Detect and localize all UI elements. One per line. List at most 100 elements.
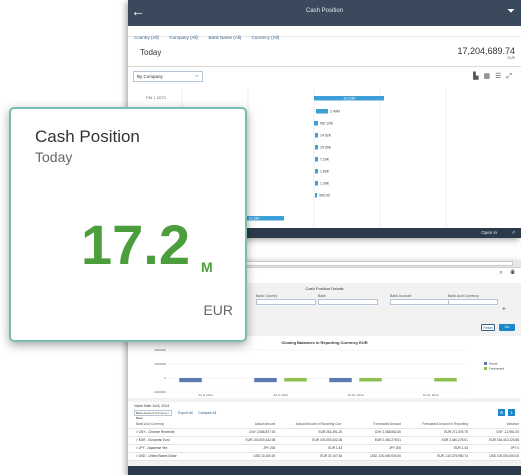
table-view-icon[interactable]: ▦: [483, 73, 495, 80]
table-caption: Value Date Jul 8, 2014: [134, 404, 170, 408]
chart-bar: [284, 378, 307, 382]
bar-label: 14.02K: [320, 134, 332, 138]
bank-input[interactable]: [318, 299, 378, 305]
legend-label: Forecasted: [489, 367, 504, 371]
reset-button[interactable]: Reset: [481, 324, 495, 331]
bar-label: 1.80K: [320, 170, 330, 174]
legend-swatch: [484, 362, 487, 365]
chart-bar: [315, 145, 318, 150]
chart-view-icon[interactable]: ▙: [473, 73, 483, 80]
funnel-icon[interactable]: ⏷: [507, 6, 515, 17]
filter-company[interactable]: Company (All): [169, 32, 198, 43]
tile-subtitle: Today: [35, 149, 73, 165]
table-cell: EUR 1.43: [403, 444, 470, 453]
bar-label: 2.40M: [330, 110, 340, 114]
column-header[interactable]: Forecasted Amount in Reporting: [403, 420, 470, 429]
bank-account-input[interactable]: [390, 299, 450, 305]
filter-label: Bank Country: [256, 294, 278, 298]
export-icon[interactable]: ⇩: [508, 409, 515, 416]
table-row[interactable]: > USD - United States Dollar USD 10,200.0…: [128, 452, 521, 461]
column-header[interactable]: Forecasted Amount: [344, 420, 404, 429]
bank-acct-currency-input[interactable]: [448, 299, 498, 305]
table-grouping-select[interactable]: Bank Account Currency / Bank: [134, 410, 172, 420]
total-currency: EUR: [507, 56, 515, 60]
app-title: Cash Position: [305, 8, 344, 14]
filter-label: Bank: [318, 294, 326, 298]
table-row[interactable]: > CNY - Chinese Renminbi CNY 2,068,877.00…: [128, 428, 521, 437]
table-cell: > JPY - Japanese Yen: [128, 444, 223, 453]
open-in-button[interactable]: Open in: [481, 230, 497, 235]
legend-swatch: [484, 367, 487, 370]
tile-kpi-value: 17.2: [81, 213, 190, 276]
list-view-icon[interactable]: ☰: [495, 73, 506, 80]
chart-marks: 2000000 1000000 0 -1000000 Jul 8, 2014 Jul 9,…: [153, 348, 504, 397]
chart-bar: [315, 193, 317, 198]
table-cell: > USD - United States Dollar: [128, 452, 223, 461]
y-tick-label: -1000000: [153, 390, 166, 394]
filter-currency[interactable]: Currency (All): [252, 32, 280, 43]
x-tick-label: Jul 8, 2014: [198, 393, 213, 397]
table-cell: USD -100,000,000.00: [344, 452, 404, 461]
bar-label: 10.21M: [343, 97, 355, 101]
chart-bar: [315, 133, 318, 138]
chart-bar: [254, 378, 277, 383]
group-by-value: By Company: [137, 74, 163, 79]
chart-bar: [329, 378, 352, 383]
add-filter-icon[interactable]: +: [502, 306, 506, 313]
balances-table: Bank Acct Currency Actual Amount Actual …: [128, 420, 521, 461]
x-tick-label: Jul 9, 2014: [273, 393, 288, 397]
bar-label: 300.00: [319, 194, 330, 198]
table-cell: CNY -12,951.00: [469, 428, 521, 437]
footer-bar: [128, 466, 521, 475]
filter-label: Bank Account: [390, 294, 412, 298]
table-cell: EUR 100,000,442.08: [277, 436, 345, 445]
chart-bar: [359, 378, 382, 382]
table-cell: > EUR - European Euro: [128, 436, 223, 445]
export-all-link[interactable]: Export All: [178, 411, 193, 415]
table-row[interactable]: > JPY - Japanese Yen JPY 200 EUR 1.43 JPY 2…: [128, 444, 521, 453]
url-field[interactable]: [228, 261, 513, 266]
table-cell: JPY 200: [222, 444, 278, 453]
chart-bar: [179, 378, 202, 383]
settings-icon[interactable]: ⚙: [498, 409, 505, 416]
share-icon[interactable]: ↗: [511, 230, 515, 236]
group-by-select[interactable]: By Company ⌵: [133, 71, 203, 82]
column-header[interactable]: Bank Acct Currency: [128, 420, 223, 429]
fullscreen-icon[interactable]: ⤢: [506, 73, 517, 80]
go-button[interactable]: Go: [499, 324, 515, 331]
table-cell: EUR 1.43: [277, 444, 345, 453]
column-header[interactable]: Actual Amount: [222, 420, 278, 429]
chart-bar: [315, 181, 318, 186]
table-cell: JPY 200: [344, 444, 404, 453]
cash-position-tile[interactable]: Cash Position Today 17.2 M EUR: [9, 107, 247, 342]
table-cell: JPY 0: [469, 444, 521, 453]
y-tick-label: 1000000: [154, 362, 166, 366]
bar-label: 1.30K: [320, 182, 330, 186]
search-icon[interactable]: ⌕ ◉: [499, 270, 518, 277]
chart-bar: [315, 169, 318, 174]
filter-bar: Country (All) Company (All) Bank Name (A…: [128, 26, 521, 40]
table-row[interactable]: > EUR - European Euro EUR 100,000,442.08 E…: [128, 436, 521, 445]
y-tick-label: 0: [164, 376, 166, 380]
bar-label: 13.19K: [248, 217, 260, 221]
table-cell: EUR 164,410,220.85: [469, 436, 521, 445]
tile-kpi-scale: M: [201, 259, 213, 275]
filter-country[interactable]: Country (All): [134, 32, 159, 43]
bank-country-input[interactable]: [256, 299, 316, 305]
divider: [128, 66, 521, 67]
collapse-all-link[interactable]: Collapse All: [198, 411, 216, 415]
legend-label: Actual: [489, 362, 498, 366]
total-value: 17,204,689.74: [457, 46, 515, 56]
filter-bank-name[interactable]: Bank Name (All): [208, 32, 241, 43]
closing-balance-chart: 2000000 1000000 0 -1000000 Jul 8, 2014 Jul 9,…: [153, 348, 504, 397]
column-header[interactable]: Actual Amount in Reporting Curr.: [277, 420, 345, 429]
x-tick-label: Jul 11, 2014: [422, 393, 438, 397]
y-tick-label: 2000000: [154, 348, 166, 352]
chart-bar: [434, 378, 457, 382]
column-header[interactable]: Variance: [469, 420, 521, 429]
chart-bar: [314, 121, 318, 126]
bar-label: 967.20K: [320, 122, 334, 126]
table-cell: USD 100,000,000.00: [469, 452, 521, 461]
table-cell: EUR 100,000,442.08: [222, 436, 278, 445]
chart-bar: [315, 157, 318, 162]
